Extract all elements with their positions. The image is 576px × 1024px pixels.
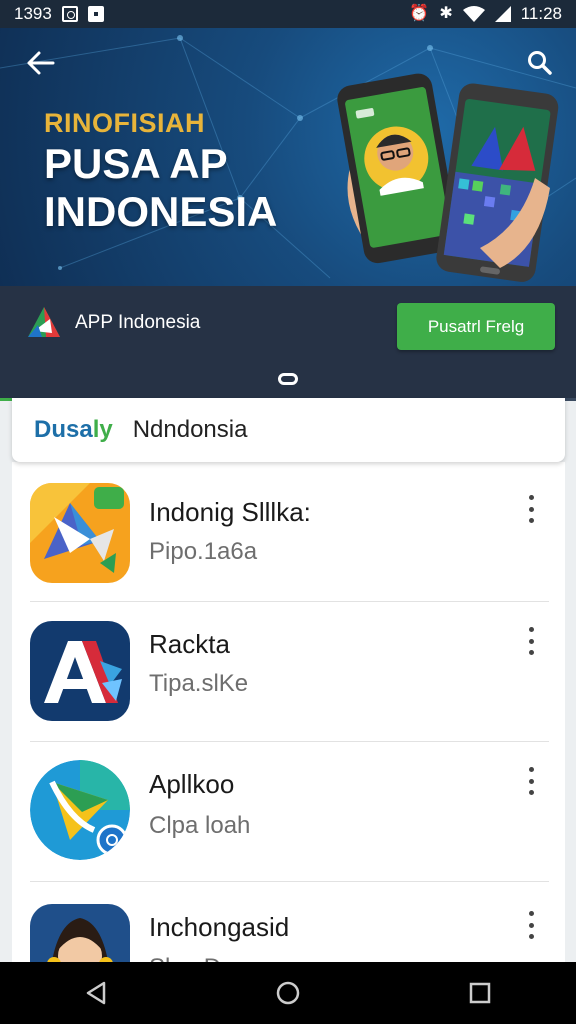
back-button[interactable] bbox=[20, 46, 60, 80]
more-dot bbox=[528, 934, 534, 939]
origami-arrow-app-icon bbox=[30, 483, 130, 583]
app-subtitle: Tipa.slKe bbox=[149, 670, 249, 697]
search-brand-part2: ly bbox=[92, 416, 113, 443]
status-bar: 1393 ⏰ ✱ 11:28 bbox=[0, 0, 576, 28]
app-subtitle: Pipo.1a6a bbox=[149, 538, 258, 565]
more-dot bbox=[528, 638, 534, 644]
nav-home-button[interactable] bbox=[258, 968, 318, 1018]
list-item[interactable]: Indonig Slllka: Pipo.1a6a bbox=[12, 462, 565, 602]
list-item[interactable]: Apllkoo Clpa loah bbox=[12, 742, 565, 882]
list-item[interactable]: Rackta Tipa.slKe bbox=[12, 602, 565, 742]
app-title: Apllkoo bbox=[149, 769, 235, 799]
nav-home-icon bbox=[276, 981, 300, 1005]
app-title: Rackta bbox=[149, 629, 230, 659]
more-options-button[interactable] bbox=[521, 492, 541, 526]
alarm-icon: ⏰ bbox=[409, 5, 430, 22]
list-item[interactable]: Inchongasid Slan Deure bbox=[12, 882, 565, 962]
app-subtitle: Slan Deure bbox=[149, 954, 269, 962]
more-dot bbox=[528, 518, 534, 523]
navigation-bar bbox=[0, 962, 576, 1024]
search-button[interactable] bbox=[522, 46, 558, 80]
more-dot bbox=[528, 911, 534, 916]
app-title: Indonig Slllka: bbox=[149, 497, 311, 527]
status-time-right: 11:28 bbox=[520, 4, 562, 23]
hero-title-line1: PUSA AP bbox=[44, 140, 228, 187]
phones-illustration bbox=[337, 73, 559, 282]
more-dot bbox=[528, 506, 534, 512]
nav-back-icon bbox=[86, 981, 106, 1005]
app-list: Indonig Slllka: Pipo.1a6a Rackta Tipa.sl… bbox=[12, 462, 565, 962]
app-subtitle: Clpa loah bbox=[149, 812, 251, 839]
search-brand: Dusaly bbox=[34, 416, 113, 444]
app-store-screen: 1393 ⏰ ✱ 11:28 RINOFISIAH PUSA AP INDONE… bbox=[0, 0, 576, 1024]
more-options-button[interactable] bbox=[521, 624, 541, 658]
hero-kicker: RINOFISIAH bbox=[44, 108, 206, 138]
hero-title-line2: INDONESIA bbox=[44, 188, 278, 235]
app-logo-icon bbox=[28, 307, 60, 337]
more-dot bbox=[528, 767, 534, 772]
more-dot bbox=[528, 495, 534, 500]
status-time-left: 1393 bbox=[14, 4, 52, 23]
app-title: Inchongasid bbox=[149, 912, 290, 942]
letter-a-app-icon bbox=[30, 621, 130, 721]
page-indicator bbox=[278, 373, 298, 385]
nav-recents-button[interactable] bbox=[450, 968, 510, 1018]
bluetooth-icon: ✱ bbox=[439, 5, 453, 22]
more-dot bbox=[528, 778, 534, 784]
signal-icon bbox=[494, 6, 511, 22]
install-button[interactable]: Pusatrl Frelg bbox=[397, 303, 555, 350]
more-dot bbox=[528, 922, 534, 928]
more-dot bbox=[528, 790, 534, 795]
app-header: APP Indonesia Pusatrl Frelg bbox=[0, 286, 576, 401]
wifi-icon bbox=[462, 6, 485, 22]
more-options-button[interactable] bbox=[521, 764, 541, 798]
woman-avatar-app-icon bbox=[30, 904, 130, 962]
search-query: Ndndonsia bbox=[132, 416, 248, 443]
nav-recents-icon bbox=[469, 982, 491, 1004]
search-bar[interactable]: Dusaly Ndndonsia bbox=[12, 398, 565, 462]
more-dot bbox=[528, 650, 534, 655]
more-options-button[interactable] bbox=[521, 908, 541, 942]
nav-back-button[interactable] bbox=[66, 968, 126, 1018]
back-arrow-icon bbox=[27, 51, 55, 75]
play-triangle-app-icon bbox=[30, 760, 130, 860]
search-icon bbox=[528, 51, 552, 75]
hero-banner: RINOFISIAH PUSA AP INDONESIA bbox=[0, 28, 576, 286]
more-dot bbox=[528, 627, 534, 632]
app-name: APP Indonesia bbox=[75, 312, 201, 333]
search-brand-part1: Dusa bbox=[34, 416, 93, 443]
hero-title: PUSA AP INDONESIA bbox=[44, 140, 277, 236]
notification-icon bbox=[87, 6, 104, 22]
camera-icon bbox=[61, 6, 78, 22]
